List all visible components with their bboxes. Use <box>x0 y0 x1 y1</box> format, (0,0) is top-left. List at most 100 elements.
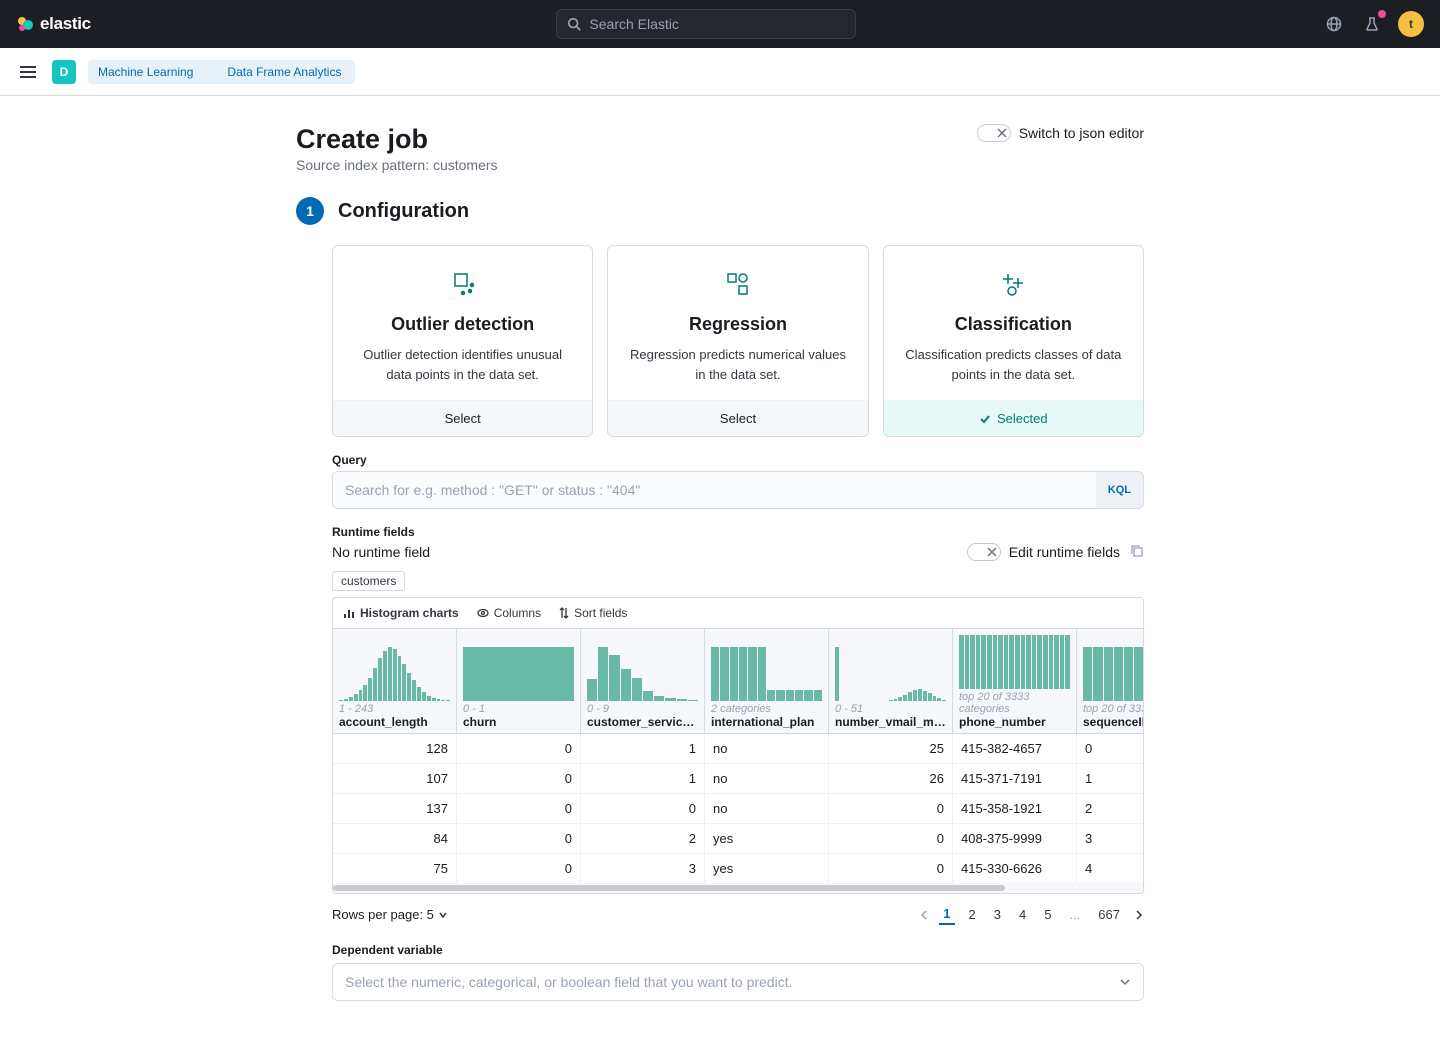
global-search-input[interactable]: Search Elastic <box>556 9 856 39</box>
table-cell: 0 <box>1077 734 1144 763</box>
chevron-down-icon <box>438 910 448 920</box>
table-cell: 1 <box>581 734 705 763</box>
column-name: churn <box>463 715 574 729</box>
table-cell: no <box>705 794 829 823</box>
table-cell: 0 <box>829 794 953 823</box>
page-1[interactable]: 1 <box>939 904 954 925</box>
copy-icon[interactable] <box>1130 544 1144 561</box>
chevron-right-icon[interactable] <box>1134 910 1144 920</box>
toggle-off <box>967 543 1001 561</box>
table-cell: yes <box>705 854 829 883</box>
rows-per-page[interactable]: Rows per page: 5 <box>332 907 448 922</box>
data-preview-table: 1 - 243account_length0 - 1churn0 - 9cust… <box>332 628 1144 894</box>
header-icons: t <box>1322 11 1424 37</box>
table-row[interactable]: 10701no26415-371-71911 <box>333 764 1144 794</box>
horizontal-scrollbar[interactable] <box>333 883 1144 893</box>
table-cell: 0 <box>829 824 953 853</box>
table-cell: 0 <box>457 734 581 763</box>
card-selected-badge: Selected <box>884 400 1143 436</box>
table-cell: 0 <box>457 794 581 823</box>
breadcrumbs: Machine Learning Data Frame Analytics <box>88 60 355 84</box>
pagination-row: Rows per page: 5 1 2 3 4 5 ... 667 <box>332 904 1144 925</box>
table-row[interactable]: 13700no0415-358-19212 <box>333 794 1144 824</box>
classification-icon <box>902 268 1125 300</box>
dependent-placeholder: Select the numeric, categorical, or bool… <box>345 974 792 990</box>
json-editor-switch[interactable]: Switch to json editor <box>977 124 1144 142</box>
table-cell: 107 <box>333 764 457 793</box>
index-tag[interactable]: customers <box>332 571 405 591</box>
page-4[interactable]: 4 <box>1015 905 1030 924</box>
histogram-header-row: 1 - 243account_length0 - 1churn0 - 9cust… <box>333 629 1144 734</box>
runtime-label: Runtime fields <box>332 525 1144 539</box>
column-header[interactable]: 0 - 1churn <box>457 629 581 733</box>
search-wrap: Search Elastic <box>107 9 1306 39</box>
step-title: Configuration <box>338 200 469 223</box>
page-last[interactable]: 667 <box>1094 905 1124 924</box>
nav-menu-button[interactable] <box>16 60 40 84</box>
table-cell: 84 <box>333 824 457 853</box>
card-select-button[interactable]: Select <box>608 400 867 436</box>
card-classification[interactable]: Classification Classification predicts c… <box>883 245 1144 437</box>
page-buttons: 1 2 3 4 5 ... 667 <box>919 904 1144 925</box>
column-range: 2 categories <box>711 703 822 715</box>
notification-dot <box>1378 10 1386 18</box>
sub-header: D Machine Learning Data Frame Analytics <box>0 48 1440 96</box>
page-2[interactable]: 2 <box>965 905 980 924</box>
histogram <box>835 645 946 701</box>
table-cell: 128 <box>333 734 457 763</box>
dependent-variable-select[interactable]: Select the numeric, categorical, or bool… <box>332 963 1144 1001</box>
menu-icon <box>20 66 36 78</box>
table-cell: 0 <box>457 764 581 793</box>
query-label: Query <box>332 453 1144 467</box>
sort-button[interactable]: Sort fields <box>559 606 627 620</box>
column-name: phone_number <box>959 715 1070 729</box>
table-cell: 415-371-7191 <box>953 764 1077 793</box>
column-name: sequenceID <box>1083 715 1144 729</box>
chevron-left-icon[interactable] <box>919 910 929 920</box>
column-header[interactable]: 0 - 51number_vmail_messages <box>829 629 953 733</box>
user-avatar[interactable]: t <box>1398 11 1424 37</box>
dependent-label: Dependent variable <box>332 943 1144 957</box>
histogram-toggle[interactable]: Histogram charts <box>343 606 459 620</box>
edit-runtime-switch[interactable]: Edit runtime fields <box>967 543 1120 561</box>
flask-icon <box>1364 16 1380 32</box>
table-row[interactable]: 7503yes0415-330-66264 <box>333 854 1144 883</box>
breadcrumb-ml[interactable]: Machine Learning <box>88 60 207 84</box>
column-header[interactable]: top 20 of 3333 csequenceID <box>1077 629 1144 733</box>
space-badge[interactable]: D <box>52 60 76 84</box>
table-cell: 415-358-1921 <box>953 794 1077 823</box>
column-range: top 20 of 3333 categories <box>959 691 1070 715</box>
columns-button[interactable]: Columns <box>477 606 541 620</box>
elastic-logo[interactable]: elastic <box>16 14 91 34</box>
newsfeed-icon[interactable] <box>1360 12 1384 36</box>
page-3[interactable]: 3 <box>990 905 1005 924</box>
table-cell: 0 <box>457 854 581 883</box>
main-content: Create job Source index pattern: custome… <box>280 96 1160 1061</box>
table-cell: 408-375-9999 <box>953 824 1077 853</box>
table-cell: yes <box>705 824 829 853</box>
table-row[interactable]: 8402yes0408-375-99993 <box>333 824 1144 854</box>
column-header[interactable]: top 20 of 3333 categoriesphone_number <box>953 629 1077 733</box>
card-desc: Outlier detection identifies unusual dat… <box>351 345 574 384</box>
query-input[interactable]: Search for e.g. method : "GET" or status… <box>333 472 1096 508</box>
table-row[interactable]: 12801no25415-382-46570 <box>333 734 1144 764</box>
page-subtitle: Source index pattern: customers <box>296 157 498 173</box>
help-icon[interactable] <box>1322 12 1346 36</box>
outlier-icon <box>351 268 574 300</box>
breadcrumb-dfa[interactable]: Data Frame Analytics <box>207 60 355 84</box>
column-header[interactable]: 2 categoriesinternational_plan <box>705 629 829 733</box>
card-select-button[interactable]: Select <box>333 400 592 436</box>
globe-icon <box>1326 16 1342 32</box>
close-icon <box>996 127 1008 139</box>
table-cell: 0 <box>581 794 705 823</box>
kql-toggle[interactable]: KQL <box>1096 472 1143 508</box>
column-header[interactable]: 0 - 9customer_service_calls <box>581 629 705 733</box>
card-outlier[interactable]: Outlier detection Outlier detection iden… <box>332 245 593 437</box>
column-header[interactable]: 1 - 243account_length <box>333 629 457 733</box>
card-title: Regression <box>626 314 849 335</box>
card-title: Classification <box>902 314 1125 335</box>
table-cell: 1 <box>581 764 705 793</box>
page-5[interactable]: 5 <box>1040 905 1055 924</box>
card-regression[interactable]: Regression Regression predicts numerical… <box>607 245 868 437</box>
table-cell: 26 <box>829 764 953 793</box>
